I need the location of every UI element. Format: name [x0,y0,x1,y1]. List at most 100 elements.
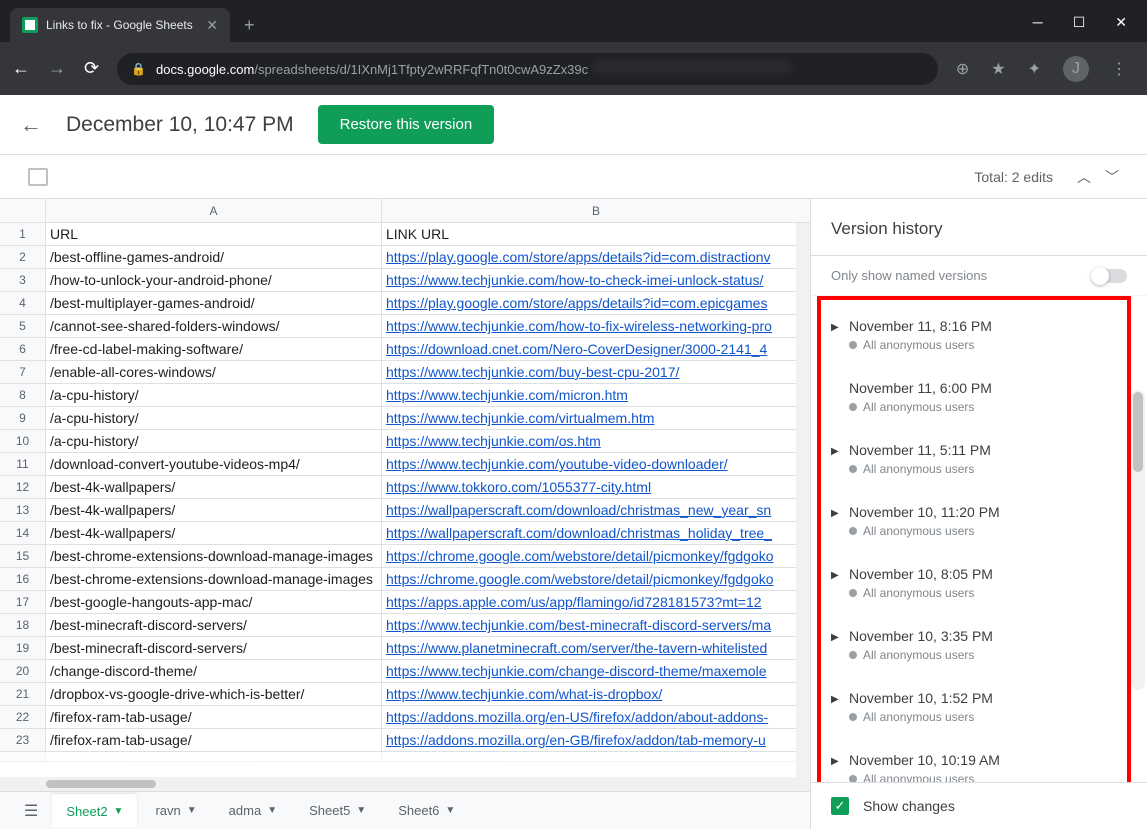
version-item[interactable]: November 11, 6:00 PMAll anonymous users [811,366,1147,428]
cell[interactable]: https://www.techjunkie.com/best-minecraf… [382,614,810,636]
horizontal-scrollbar[interactable] [0,777,810,791]
link[interactable]: https://chrome.google.com/webstore/detai… [386,548,774,564]
version-item[interactable]: ▶November 10, 11:20 PMAll anonymous user… [811,490,1147,552]
cell[interactable]: https://www.techjunkie.com/buy-best-cpu-… [382,361,810,383]
cell[interactable]: /best-minecraft-discord-servers/ [46,614,382,636]
cell[interactable]: /download-convert-youtube-videos-mp4/ [46,453,382,475]
cell[interactable]: /change-discord-theme/ [46,660,382,682]
expand-triangle-icon[interactable]: ▶ [831,756,839,767]
cell[interactable]: /a-cpu-history/ [46,430,382,452]
row-number[interactable]: 19 [0,637,46,659]
cell[interactable]: URL [46,223,382,245]
link[interactable]: https://www.techjunkie.com/what-is-dropb… [386,686,662,702]
sheet-tab[interactable]: Sheet6 ▼ [384,794,469,827]
cell[interactable]: https://wallpaperscraft.com/download/chr… [382,522,810,544]
cell[interactable]: https://download.cnet.com/Nero-CoverDesi… [382,338,810,360]
version-item[interactable]: ▶November 10, 8:05 PMAll anonymous users [811,552,1147,614]
row-number[interactable]: 18 [0,614,46,636]
profile-avatar[interactable]: J [1063,56,1089,82]
cell[interactable]: https://www.tokkoro.com/1055377-city.htm… [382,476,810,498]
row-number[interactable]: 10 [0,430,46,452]
cell[interactable]: https://www.techjunkie.com/youtube-video… [382,453,810,475]
row-number[interactable]: 12 [0,476,46,498]
cell[interactable]: https://www.techjunkie.com/what-is-dropb… [382,683,810,705]
prev-edit-icon[interactable]: ︿ [1077,167,1091,187]
select-all-corner[interactable] [0,199,46,222]
link[interactable]: https://www.techjunkie.com/how-to-check-… [386,272,763,288]
chevron-down-icon[interactable]: ▼ [445,805,455,816]
cell[interactable]: LINK URL [382,223,810,245]
row-number[interactable]: 2 [0,246,46,268]
chevron-down-icon[interactable]: ▼ [267,805,277,816]
cell[interactable]: https://www.techjunkie.com/micron.htm [382,384,810,406]
cell[interactable]: /best-4k-wallpapers/ [46,522,382,544]
row-number[interactable]: 11 [0,453,46,475]
link[interactable]: https://www.techjunkie.com/how-to-fix-wi… [386,318,772,334]
reload-button[interactable]: ⟳ [84,58,99,79]
row-number[interactable]: 6 [0,338,46,360]
cell[interactable]: https://addons.mozilla.org/en-US/firefox… [382,706,810,728]
chevron-down-icon[interactable]: ▼ [114,806,124,817]
link[interactable]: https://www.techjunkie.com/youtube-video… [386,456,728,472]
grid[interactable]: A B 1 URL LINK URL 2/best-offline-games-… [0,199,810,777]
link[interactable]: https://apps.apple.com/us/app/flamingo/i… [386,594,762,610]
link[interactable]: https://addons.mozilla.org/en-GB/firefox… [386,732,766,748]
link[interactable]: https://www.techjunkie.com/change-discor… [386,663,767,679]
cell[interactable]: /a-cpu-history/ [46,384,382,406]
chevron-down-icon[interactable]: ▼ [356,805,366,816]
link[interactable]: https://www.techjunkie.com/virtualmem.ht… [386,410,654,426]
row-number[interactable]: 7 [0,361,46,383]
cell[interactable]: /cannot-see-shared-folders-windows/ [46,315,382,337]
print-icon[interactable] [28,168,48,186]
row-number[interactable]: 8 [0,384,46,406]
vertical-scrollbar[interactable] [796,223,810,777]
new-tab-button[interactable]: + [230,9,269,42]
restore-version-button[interactable]: Restore this version [318,105,495,144]
version-item[interactable]: ▶November 10, 1:52 PMAll anonymous users [811,676,1147,738]
cell[interactable]: https://wallpaperscraft.com/download/chr… [382,499,810,521]
cell[interactable]: https://www.techjunkie.com/how-to-check-… [382,269,810,291]
expand-triangle-icon[interactable]: ▶ [831,694,839,705]
cell[interactable]: https://chrome.google.com/webstore/detai… [382,568,810,590]
link[interactable]: https://www.techjunkie.com/buy-best-cpu-… [386,364,679,380]
sheet-tab[interactable]: Sheet2 ▼ [52,794,137,827]
col-header-A[interactable]: A [46,199,382,222]
cell[interactable]: https://apps.apple.com/us/app/flamingo/i… [382,591,810,613]
cell[interactable]: https://www.planetminecraft.com/server/t… [382,637,810,659]
link[interactable]: https://www.tokkoro.com/1055377-city.htm… [386,479,651,495]
cell[interactable]: /a-cpu-history/ [46,407,382,429]
link[interactable]: https://www.planetminecraft.com/server/t… [386,640,767,656]
link[interactable]: https://www.techjunkie.com/os.htm [386,433,601,449]
link[interactable]: https://play.google.com/store/apps/detai… [386,249,771,265]
version-item[interactable]: ▶November 11, 8:16 PMAll anonymous users [811,304,1147,366]
cell[interactable]: /best-chrome-extensions-download-manage-… [46,545,382,567]
expand-triangle-icon[interactable]: ▶ [831,446,839,457]
chevron-down-icon[interactable]: ▼ [187,805,197,816]
row-number[interactable]: 22 [0,706,46,728]
next-edit-icon[interactable]: ﹀ [1105,167,1119,187]
cell[interactable]: https://play.google.com/store/apps/detai… [382,292,810,314]
cell[interactable]: https://www.techjunkie.com/how-to-fix-wi… [382,315,810,337]
forward-button[interactable]: → [48,58,66,79]
link[interactable]: https://www.techjunkie.com/micron.htm [386,387,628,403]
cell[interactable]: https://www.techjunkie.com/os.htm [382,430,810,452]
show-changes-checkbox[interactable]: ✓ [831,797,849,815]
expand-triangle-icon[interactable]: ▶ [831,508,839,519]
cell[interactable]: /best-chrome-extensions-download-manage-… [46,568,382,590]
cell[interactable]: https://www.techjunkie.com/change-discor… [382,660,810,682]
named-versions-toggle[interactable] [1093,269,1127,283]
version-item[interactable]: ▶November 10, 3:35 PMAll anonymous users [811,614,1147,676]
all-sheets-icon[interactable]: ☰ [18,795,44,827]
row-number[interactable]: 23 [0,729,46,751]
cell[interactable]: /best-offline-games-android/ [46,246,382,268]
cell[interactable]: https://addons.mozilla.org/en-GB/firefox… [382,729,810,751]
close-icon[interactable]: ✕ [1115,14,1127,31]
cell[interactable]: https://play.google.com/store/apps/detai… [382,246,810,268]
cell[interactable]: /firefox-ram-tab-usage/ [46,729,382,751]
row-number[interactable]: 3 [0,269,46,291]
cell[interactable]: /enable-all-cores-windows/ [46,361,382,383]
version-item[interactable]: ▶November 11, 5:11 PMAll anonymous users [811,428,1147,490]
row-number[interactable]: 4 [0,292,46,314]
cell[interactable]: /firefox-ram-tab-usage/ [46,706,382,728]
row-number[interactable]: 9 [0,407,46,429]
